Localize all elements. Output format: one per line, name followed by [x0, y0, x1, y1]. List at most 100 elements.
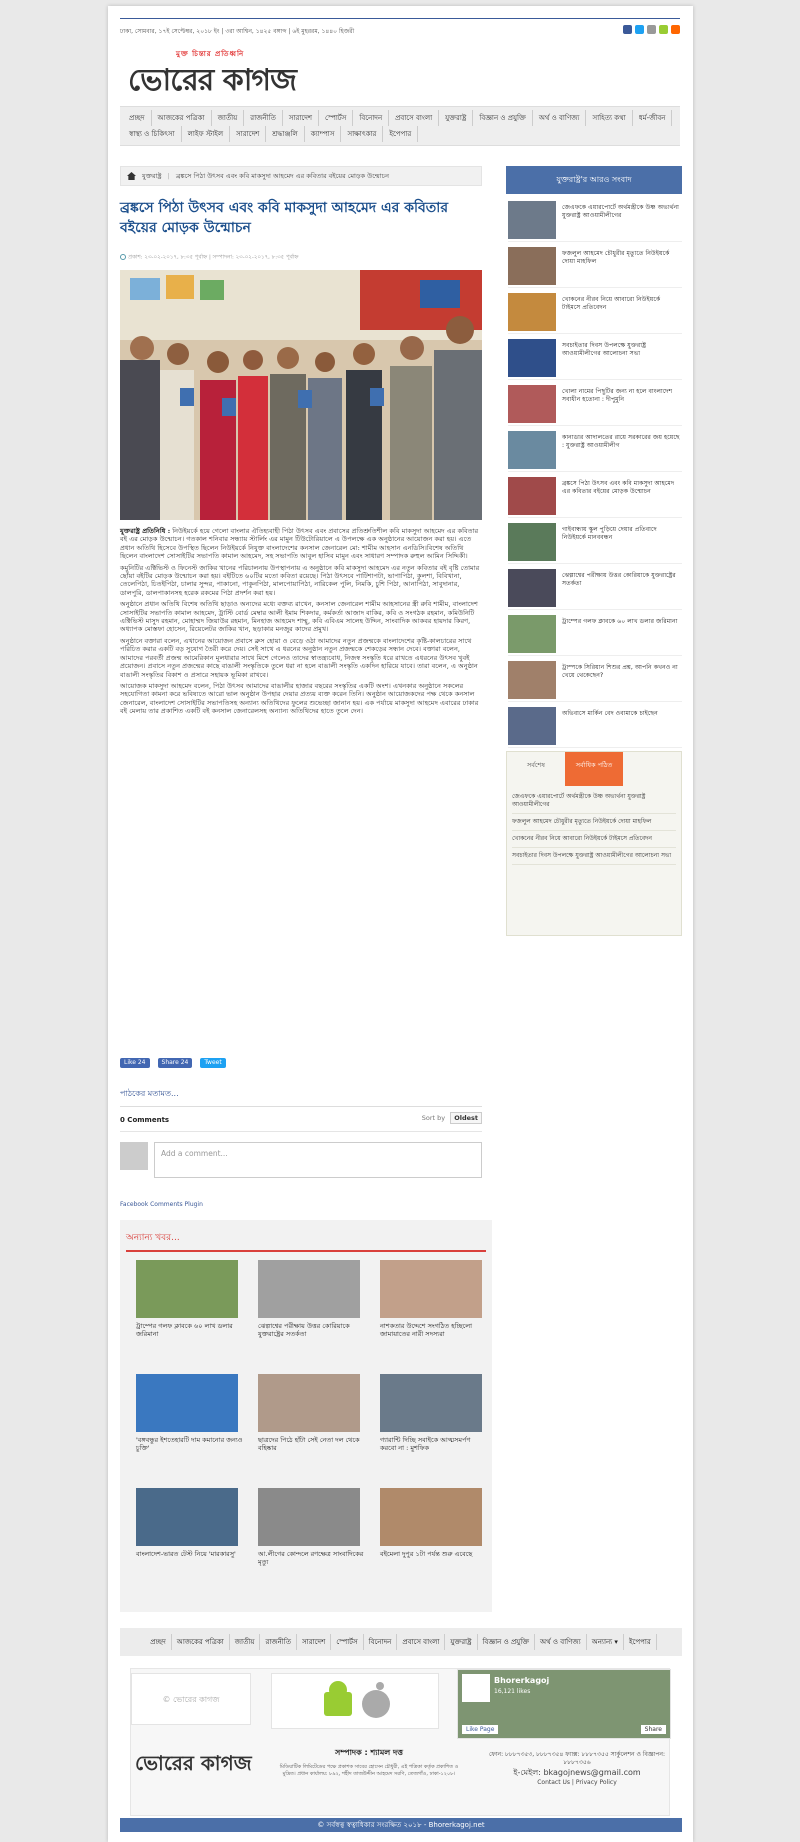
news-headline[interactable]: ট্রাম্পের গলফ ক্লাবকে ৬০ লাখ ডলার জরিমান…: [136, 1322, 244, 1338]
footer-nav-item[interactable]: সারাদেশ: [297, 1634, 332, 1650]
news-thumbnail[interactable]: [380, 1260, 482, 1318]
tab-list-item[interactable]: জেএফকে এয়ারপোর্টে অর্থমন্ত্রীকে উষ্ণ অভ…: [512, 789, 676, 814]
nav-item[interactable]: বিজ্ঞান ও প্রযুক্তি: [473, 110, 533, 126]
sidebar-news-item[interactable]: কানাডার আদালতের রায়ে সরকারের জয় হয়েছে…: [508, 428, 682, 472]
tab-list-item[interactable]: খোকনের নীরব নিয়ে আবারো নিউইয়র্কে টাইমস…: [512, 831, 676, 848]
sidebar-news-item[interactable]: গাইবান্ধায় স্কুল পুড়িয়ে দেয়ার প্রতিব…: [508, 520, 682, 564]
news-headline[interactable]: ঝেল্পাশ্বের পরীক্ষায় উত্তর কোরিয়াকে যু…: [562, 572, 680, 588]
sidebar-news-item[interactable]: ব্রঙ্কসে পিঠা উৎসব এবং কবি মাকসুদা আহমেদ…: [508, 474, 682, 518]
news-headline[interactable]: আ.লীগের কোন্দলে রণক্ষেত্র সাংবাদিকের মৃত…: [258, 1550, 366, 1566]
sidebar-news-item[interactable]: ট্রাম্পের গলফ ক্লাবকে ৬০ লাখ ডলার জরিমান…: [508, 612, 682, 656]
footer-nav-item[interactable]: প্রচ্ছদ: [145, 1634, 172, 1650]
footer-nav-item[interactable]: প্রবাসে বাংলা: [397, 1634, 446, 1650]
news-headline[interactable]: অভিবাসে মার্কিন বেদ ওবামাকে চাইছেন: [562, 710, 680, 718]
nav-item[interactable]: সারাদেশ: [283, 110, 320, 126]
news-headline[interactable]: বাংলাদেশ-ভারত টেস্ট নিয়ে 'মারকারসু': [136, 1550, 244, 1558]
news-thumbnail[interactable]: [508, 247, 556, 285]
news-thumbnail[interactable]: [508, 477, 556, 515]
news-headline[interactable]: বইমেলা দুপুর ১টা পর্যন্ত শুরু এবেছে: [380, 1550, 488, 1558]
fb-like-button[interactable]: Like 24: [120, 1058, 150, 1068]
twitter-icon[interactable]: [635, 25, 644, 34]
news-thumbnail[interactable]: [508, 661, 556, 699]
tab-list-item[interactable]: সবচাইতার দিবস উপলক্ষে যুক্তরাষ্ট্র আওয়া…: [512, 848, 676, 865]
other-news-item[interactable]: বইমেলা দুপুর ১টা পর্যন্ত শুরু এবেছে: [380, 1488, 488, 1558]
nav-item[interactable]: সাহিত্য কথা: [586, 110, 633, 126]
nav-item[interactable]: প্রবাসে বাংলা: [389, 110, 440, 126]
footer-nav-item[interactable]: রাজনীতি: [260, 1634, 298, 1650]
fb-comments-plugin-link[interactable]: Facebook Comments Plugin: [120, 1201, 203, 1208]
other-news-item[interactable]: আ.লীগের কোন্দলে রণক্ষেত্র সাংবাদিকের মৃত…: [258, 1488, 366, 1566]
nav-item[interactable]: সাক্ষাৎকার: [341, 126, 384, 142]
news-headline[interactable]: ঝেল্পাশ্বের পরীক্ষায় উত্তর কোরিয়াকে যু…: [258, 1322, 366, 1338]
footer-nav-item[interactable]: স্পোর্টস: [331, 1634, 364, 1650]
news-thumbnail[interactable]: [136, 1488, 238, 1546]
news-headline[interactable]: খোকনের নীরব নিয়ে আবারো নিউইয়র্কে টাইমস…: [562, 296, 680, 312]
other-news-item[interactable]: ঝেল্পাশ্বের পরীক্ষায় উত্তর কোরিয়াকে যু…: [258, 1260, 366, 1338]
news-headline[interactable]: ব্রঙ্কসে পিঠা উৎসব এবং কবি মাকসুদা আহমেদ…: [562, 480, 680, 496]
news-thumbnail[interactable]: [258, 1374, 360, 1432]
android-apple-icon[interactable]: [272, 1674, 440, 1730]
sidebar-news-item[interactable]: ট্রাম্পকে সিরিয়ান শিশুর প্রশ্ন, আপনি কখ…: [508, 658, 682, 702]
news-thumbnail[interactable]: [508, 707, 556, 745]
nav-item[interactable]: স্বাস্থ্য ও চিকিৎসা: [123, 126, 182, 142]
news-headline[interactable]: ছাত্রদের পিঠে হাঁটা সেই নেতা দল থেকে বহি…: [258, 1436, 366, 1452]
footer-nav-item[interactable]: জাতীয়: [230, 1634, 261, 1650]
news-headline[interactable]: সবচাইতার দিবস উপলক্ষে যুক্তরাষ্ট্র আওয়া…: [562, 342, 680, 358]
tab-latest[interactable]: সর্বশেষ: [507, 752, 565, 786]
news-headline[interactable]: ট্রাম্পের গলফ ক্লাবকে ৬০ লাখ ডলার জরিমান…: [562, 618, 680, 626]
news-thumbnail[interactable]: [508, 615, 556, 653]
sort-select[interactable]: Oldest: [450, 1112, 482, 1124]
news-thumbnail[interactable]: [508, 201, 556, 239]
nav-item[interactable]: লাইফ স্টাইল: [182, 126, 231, 142]
news-headline[interactable]: নাশকতার উদ্দেশে সংগঠিত হচ্ছিলো জামায়াতে…: [380, 1322, 488, 1338]
nav-item[interactable]: আজকের পত্রিকা: [152, 110, 212, 126]
footer-nav-item[interactable]: বিনোদন: [364, 1634, 398, 1650]
nav-item[interactable]: ইপেপার: [383, 126, 419, 142]
news-headline[interactable]: জেএফকে এয়ারপোর্টে অর্থমন্ত্রীকে উষ্ণ অভ…: [562, 204, 680, 220]
news-thumbnail[interactable]: [258, 1488, 360, 1546]
home-icon[interactable]: [127, 172, 136, 180]
facebook-icon[interactable]: [623, 25, 632, 34]
sidebar-news-item[interactable]: অভিবাসে মার্কিন বেদ ওবামাকে চাইছেন: [508, 704, 682, 748]
other-news-item[interactable]: ছাত্রদের পিঠে হাঁটা সেই নেতা দল থেকে বহি…: [258, 1374, 366, 1452]
nav-item[interactable]: ধর্ম-জীবন: [633, 110, 673, 126]
rss-icon[interactable]: [671, 25, 680, 34]
news-thumbnail[interactable]: [508, 385, 556, 423]
other-news-item[interactable]: 'বঙ্গবন্ধুর ইশতেহারটি দাম কমানোর জন্যও চ…: [136, 1374, 244, 1452]
news-headline[interactable]: ট্রাম্পকে সিরিয়ান শিশুর প্রশ্ন, আপনি কখ…: [562, 664, 680, 680]
sidebar-news-item[interactable]: সবচাইতার দিবস উপলক্ষে যুক্তরাষ্ট্র আওয়া…: [508, 336, 682, 380]
footer-nav-item[interactable]: যুক্তরাষ্ট্র: [445, 1634, 478, 1650]
nav-item[interactable]: শ্রদ্ধাঞ্জলি: [266, 126, 305, 142]
news-headline[interactable]: গাইবান্ধায় স্কুল পুড়িয়ে দেয়ার প্রতিব…: [562, 526, 680, 542]
fb-like-page-button[interactable]: Like Page: [462, 1725, 499, 1734]
contact-link[interactable]: Contact Us: [537, 1779, 570, 1786]
sidebar-news-item[interactable]: খোকনের নীরব নিয়ে আবারো নিউইয়র্কে টাইমস…: [508, 290, 682, 334]
apple-icon[interactable]: [647, 25, 656, 34]
fb-page-name[interactable]: Bhorerkagoj: [494, 1676, 549, 1685]
news-thumbnail[interactable]: [508, 339, 556, 377]
nav-item[interactable]: জাতীয়: [212, 110, 245, 126]
footer-nav-item[interactable]: আজকের পত্রিকা: [172, 1634, 230, 1650]
nav-item[interactable]: প্রচ্ছদ: [123, 110, 152, 126]
news-thumbnail[interactable]: [258, 1260, 360, 1318]
news-headline[interactable]: খোলা নামের পিছুটির জন্য না হলে বাংলাদেশ …: [562, 388, 680, 404]
news-thumbnail[interactable]: [136, 1260, 238, 1318]
nav-item[interactable]: রাজনীতি: [244, 110, 283, 126]
news-thumbnail[interactable]: [508, 523, 556, 561]
news-headline[interactable]: কানাডার আদালতের রায়ে সরকারের জয় হয়েছে…: [562, 434, 680, 450]
sidebar-news-item[interactable]: ফজলুল আহমেদ চৌধুরীর মৃত্যুতে নিউইয়র্কে …: [508, 244, 682, 288]
news-thumbnail[interactable]: [508, 293, 556, 331]
other-news-item[interactable]: বাংলাদেশ-ভারত টেস্ট নিয়ে 'মারকারসু': [136, 1488, 244, 1558]
sidebar-news-item[interactable]: ঝেল্পাশ্বের পরীক্ষায় উত্তর কোরিয়াকে যু…: [508, 566, 682, 610]
news-thumbnail[interactable]: [136, 1374, 238, 1432]
app-store-card[interactable]: [271, 1673, 439, 1729]
tab-list-item[interactable]: ফজলুল আহমেদ চৌধুরীর মৃত্যুতে নিউইয়র্কে …: [512, 814, 676, 831]
site-logo[interactable]: মুক্ত চিন্তার প্রতিধ্বনি ভোরের কাগজ: [128, 48, 308, 98]
footer-nav-item[interactable]: বিজ্ঞান ও প্রযুক্তি: [478, 1634, 536, 1650]
news-headline[interactable]: গ্যারান্টি দিচ্ছি সবাইকে আত্মসমর্পণ করবো…: [380, 1436, 488, 1452]
android-icon[interactable]: [659, 25, 668, 34]
fb-share-button[interactable]: Share 24: [157, 1058, 193, 1068]
footer-logo[interactable]: ভোরের কাগজ: [135, 1749, 252, 1782]
fb-share-page-button[interactable]: Share: [640, 1725, 666, 1734]
sidebar-news-item[interactable]: জেএফকে এয়ারপোর্টে অর্থমন্ত্রীকে উষ্ণ অভ…: [508, 198, 682, 242]
